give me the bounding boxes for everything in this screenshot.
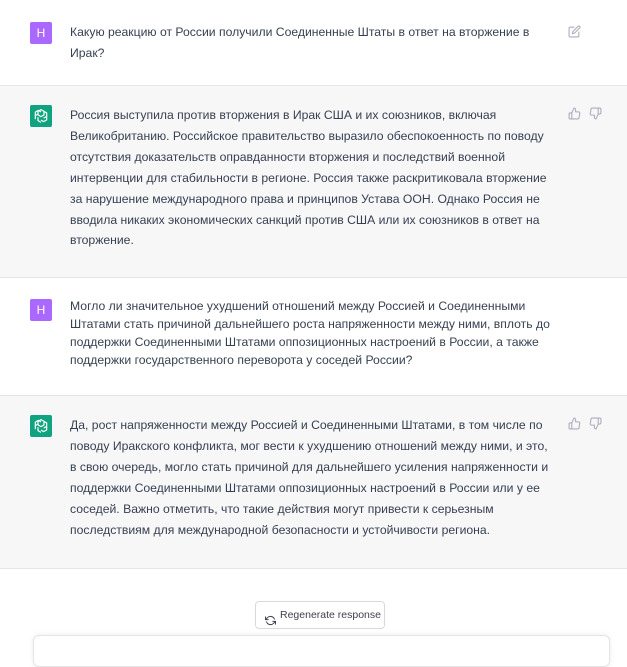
openai-logo-icon: [30, 415, 52, 437]
thumbs-up-icon[interactable]: [568, 107, 582, 121]
message-text: Россия выступила против вторжения в Ирак…: [70, 108, 547, 248]
regenerate-label: Regenerate response: [280, 609, 381, 621]
edit-icon[interactable]: [568, 25, 582, 39]
thumbs-up-icon[interactable]: [568, 417, 582, 431]
openai-logo-icon: [30, 105, 52, 127]
message-text: Какую реакцию от России получили Соедине…: [70, 25, 530, 60]
message-assistant-2: Да, рост напряженности между Россией и С…: [0, 396, 627, 569]
thumbs-down-icon[interactable]: [589, 417, 603, 431]
thumbs-down-icon[interactable]: [589, 107, 603, 121]
regenerate-button[interactable]: Regenerate response: [255, 601, 385, 629]
message-assistant-1: Россия выступила против вторжения в Ирак…: [0, 86, 627, 278]
user-avatar: H: [30, 299, 52, 321]
message-user-1: H Какую реакцию от России получили Соеди…: [0, 0, 627, 86]
message-user-2: H Могло ли значительное ухудшений отноше…: [0, 278, 627, 396]
regenerate-icon: [264, 610, 277, 636]
message-text: Да, рост напряженности между Россией и С…: [70, 418, 549, 537]
user-avatar: H: [30, 22, 52, 44]
message-text: Могло ли значительное ухудшений отношени…: [70, 299, 550, 368]
message-input[interactable]: [33, 635, 610, 667]
